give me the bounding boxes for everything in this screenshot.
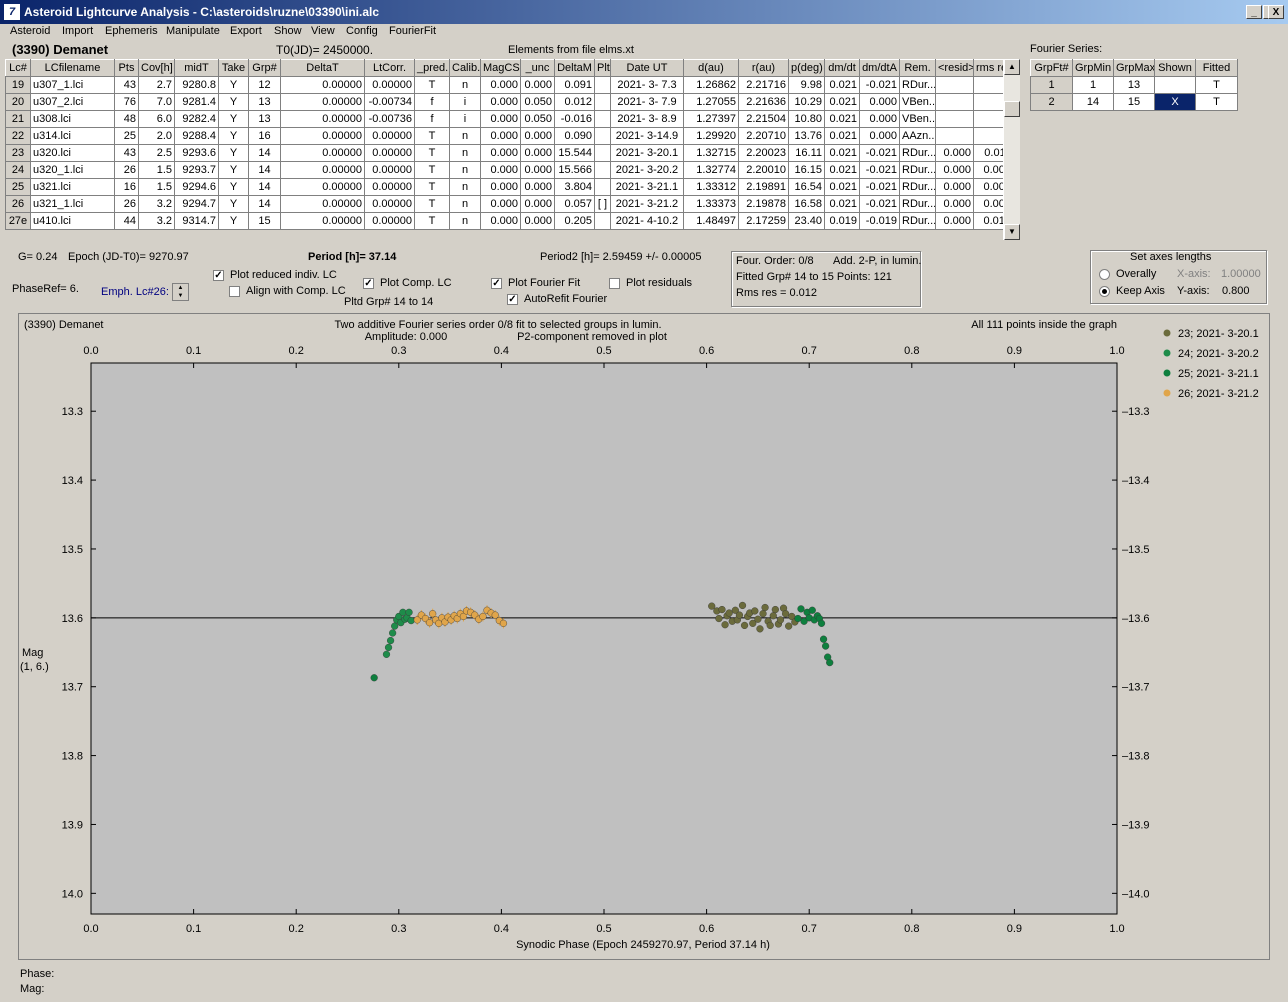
data-point[interactable] xyxy=(826,659,834,667)
x-tick-label: 0.6 xyxy=(699,923,714,935)
data-point[interactable] xyxy=(771,605,779,614)
data-point[interactable] xyxy=(429,610,437,618)
data-point[interactable] xyxy=(819,635,828,643)
data-point[interactable] xyxy=(384,643,393,652)
y-tick-label: 13.4 xyxy=(62,475,83,487)
legend-marker xyxy=(1163,349,1171,357)
data-point[interactable] xyxy=(499,619,508,627)
x-tick-label: 1.0 xyxy=(1109,923,1124,935)
y-tick-label-right: –14.0 xyxy=(1122,888,1150,900)
y-tick-label-right: –13.4 xyxy=(1122,475,1150,487)
data-point[interactable] xyxy=(759,610,767,618)
x-tick-label: 0.3 xyxy=(391,923,406,935)
x-axis-label-text: Synodic Phase (Epoch 2459270.97, Period … xyxy=(516,939,770,951)
legend-marker xyxy=(1163,389,1171,397)
y-tick-label: 13.8 xyxy=(62,751,83,763)
data-point[interactable] xyxy=(822,642,830,650)
data-point[interactable] xyxy=(794,614,802,623)
x-tick-label-top: 0.6 xyxy=(699,345,714,357)
plot-title-line2: Amplitude: 0.000 xyxy=(365,331,448,343)
data-point[interactable] xyxy=(721,621,729,629)
data-point[interactable] xyxy=(769,612,777,620)
data-point[interactable] xyxy=(808,606,816,614)
legend-entry: 25; 2021- 3-21.1 xyxy=(1178,368,1259,380)
data-point[interactable] xyxy=(740,621,749,630)
data-point[interactable] xyxy=(785,622,793,630)
plot-left-title: (3390) Demanet xyxy=(24,319,104,331)
data-point[interactable] xyxy=(479,612,487,621)
plot-area[interactable] xyxy=(90,362,1118,915)
data-point[interactable] xyxy=(797,605,805,613)
legend-marker xyxy=(1163,329,1171,337)
data-point[interactable] xyxy=(425,619,434,627)
data-point[interactable] xyxy=(386,636,395,645)
legend-entry: 26; 2021- 3-21.2 xyxy=(1178,388,1259,400)
x-tick-label: 0.5 xyxy=(596,923,611,935)
y-axis-label-sub: (1, 6.) xyxy=(20,661,49,673)
x-tick-label: 0.9 xyxy=(1007,923,1022,935)
status-phase: Phase: xyxy=(20,968,55,980)
data-point[interactable] xyxy=(751,607,759,615)
y-tick-label: 13.9 xyxy=(62,819,83,831)
plot-title-line3: P2-component removed in plot xyxy=(517,331,667,343)
x-tick-label-top: 0.8 xyxy=(904,345,919,357)
y-tick-label: 13.3 xyxy=(62,406,83,418)
y-tick-label-right: –13.7 xyxy=(1122,682,1150,694)
x-tick-label: 0.7 xyxy=(802,923,817,935)
plot-right-title: All 111 points inside the graph xyxy=(971,319,1117,331)
lightcurve-chart[interactable]: (3390) Demanet Two additive Fourier seri… xyxy=(0,0,1288,1002)
x-tick-label-top: 0.1 xyxy=(186,345,201,357)
data-point[interactable] xyxy=(708,602,716,610)
y-tick-label: 13.6 xyxy=(62,613,83,625)
data-point[interactable] xyxy=(738,601,747,610)
x-tick-label: 0.2 xyxy=(289,923,304,935)
data-point[interactable] xyxy=(754,615,762,623)
data-point[interactable] xyxy=(389,629,397,637)
legend: 23; 2021- 3-20.1 24; 2021- 3-20.2 25; 2021… xyxy=(1163,328,1259,400)
data-point[interactable] xyxy=(382,650,391,658)
legend-entry: 23; 2021- 3-20.1 xyxy=(1178,328,1259,340)
x-tick-label: 0.0 xyxy=(83,923,98,935)
data-point[interactable] xyxy=(782,610,790,618)
x-tick-label-top: 0.3 xyxy=(391,345,406,357)
y-tick-label: 13.7 xyxy=(62,682,83,694)
data-point[interactable] xyxy=(766,621,774,630)
x-tick-label-top: 0.5 xyxy=(596,345,611,357)
status-mag: Mag: xyxy=(20,983,45,995)
data-point[interactable] xyxy=(817,619,826,627)
y-tick-label-right: –13.9 xyxy=(1122,819,1150,831)
x-tick-label: 0.8 xyxy=(904,923,919,935)
y-tick-label: 13.5 xyxy=(62,544,83,556)
x-tick-label-top: 0.9 xyxy=(1007,345,1022,357)
x-tick-label-top: 0.2 xyxy=(289,345,304,357)
data-point[interactable] xyxy=(405,608,413,616)
y-tick-label-right: –13.3 xyxy=(1122,406,1150,418)
data-point[interactable] xyxy=(715,614,723,623)
y-tick-label: 14.0 xyxy=(62,888,83,900)
data-point[interactable] xyxy=(756,625,764,633)
x-tick-label-top: 0.4 xyxy=(494,345,509,357)
data-point[interactable] xyxy=(407,616,415,625)
data-point[interactable] xyxy=(718,605,726,614)
x-tick-label-top: 0.0 xyxy=(83,345,98,357)
data-point[interactable] xyxy=(776,616,785,624)
legend-entry: 24; 2021- 3-20.2 xyxy=(1178,348,1259,360)
x-tick-label: 0.4 xyxy=(494,923,509,935)
data-point[interactable] xyxy=(735,611,744,619)
y-tick-label-right: –13.6 xyxy=(1122,613,1150,625)
data-point[interactable] xyxy=(761,603,769,612)
y-tick-label-right: –13.5 xyxy=(1122,544,1150,556)
data-point[interactable] xyxy=(391,622,399,630)
data-point[interactable] xyxy=(370,674,378,682)
x-tick-label: 0.1 xyxy=(186,923,201,935)
x-tick-label-top: 1.0 xyxy=(1109,345,1124,357)
y-axis-label-text: Mag xyxy=(22,647,43,659)
legend-marker xyxy=(1163,369,1171,377)
plot-title-line1: Two additive Fourier series order 0/8 fi… xyxy=(334,319,661,331)
data-point[interactable] xyxy=(725,609,733,617)
y-tick-label-right: –13.8 xyxy=(1122,751,1150,763)
x-tick-label-top: 0.7 xyxy=(802,345,817,357)
